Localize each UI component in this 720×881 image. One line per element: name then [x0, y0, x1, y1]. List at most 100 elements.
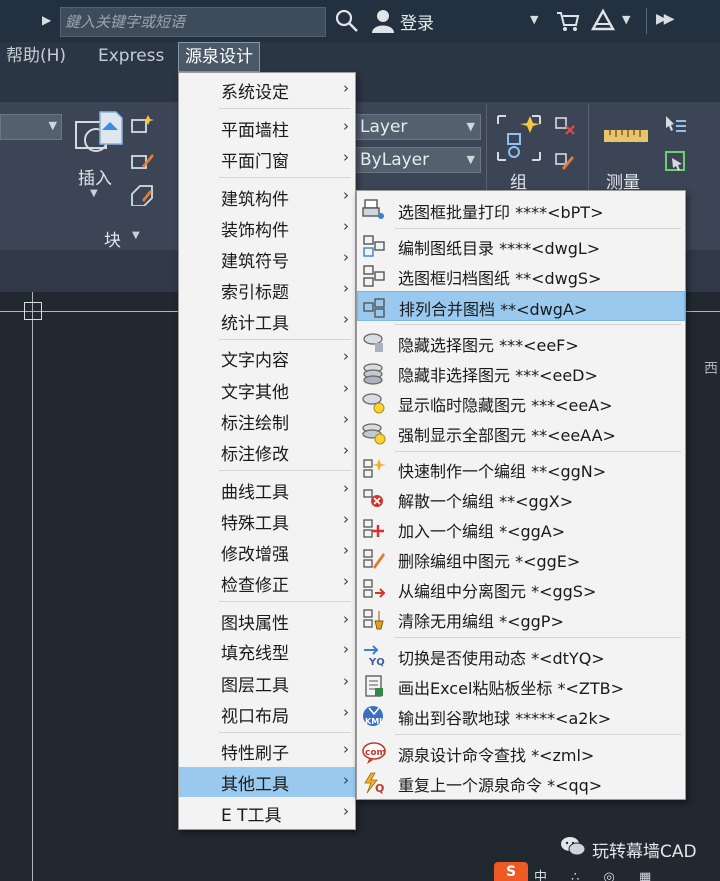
menu-item-hatch-linetype[interactable]: 填充线型 › [179, 636, 355, 666]
block-panel-label[interactable]: 块 [104, 226, 121, 251]
select-similar-icon[interactable] [664, 150, 688, 172]
hide-unselected-icon [363, 363, 383, 385]
chevron-down-icon[interactable]: ▼ [90, 188, 98, 199]
submenu-item-hide-selected[interactable]: 隐藏选择图元 ***<eeF> [357, 328, 685, 358]
show-hidden-icon [362, 393, 385, 414]
fast-forward-icon[interactable]: ▶▶ [656, 11, 674, 27]
menu-item-plan-doors[interactable]: 平面门窗 › [179, 144, 355, 174]
menu-item-dim-modify[interactable]: 标注修改 › [179, 437, 355, 467]
ungroup-icon[interactable] [552, 114, 576, 136]
search-input[interactable]: 鍵入关键字或短语 [60, 7, 326, 37]
submenu-item-merge-drawing[interactable]: 排列合并图档 **<dwgA> [357, 291, 685, 321]
quick-select-icon[interactable] [664, 114, 688, 136]
user-icon[interactable] [370, 8, 396, 34]
expand-triangle-icon[interactable]: ▶ [42, 13, 51, 27]
menu-item-label: 检查修正 [221, 576, 289, 596]
menu-help[interactable]: 帮助(H) [6, 42, 66, 72]
insert-label[interactable]: 插入 [78, 164, 112, 189]
menu-item-check-fix[interactable]: 检查修正 › [179, 568, 355, 598]
chevron-right-icon: › [343, 510, 349, 528]
menu-yuanquan[interactable]: 源泉设计 [178, 42, 260, 72]
menu-separator [219, 339, 351, 340]
menu-item-modify-enhance[interactable]: 修改增强 › [179, 537, 355, 567]
group-edit-icon[interactable] [552, 150, 576, 172]
command-search-icon: com [362, 742, 386, 764]
menu-item-label: 装饰构件 [221, 221, 289, 241]
taskbar-app-icon[interactable]: S [494, 862, 528, 881]
taskbar-tray[interactable]: 中 ∴ ◎ ▦ [534, 866, 661, 881]
block-attribute-icon[interactable] [130, 184, 154, 206]
menu-item-layer-tools[interactable]: 图层工具 › [179, 668, 355, 698]
drawing-list-icon [363, 235, 385, 257]
search-icon[interactable] [334, 8, 360, 34]
submenu-item-show-all[interactable]: 强制显示全部图元 **<eeAA> [357, 418, 685, 448]
menu-express[interactable]: Express [98, 42, 164, 72]
menu-item-property-brush[interactable]: 特性刷子 › [179, 736, 355, 766]
menu-item-text-other[interactable]: 文字其他 › [179, 375, 355, 405]
submenu-item-repeat-command[interactable]: Q 重复上一个源泉命令 *<qq> [357, 768, 685, 798]
menu-item-special-tools[interactable]: 特殊工具 › [179, 506, 355, 536]
submenu-item-archive-drawing[interactable]: 选图框归档图纸 **<dwgS> [357, 261, 685, 291]
submenu-item-show-hidden[interactable]: 显示临时隐藏图元 ***<eeA> [357, 388, 685, 418]
viewcube-label[interactable]: 西 [704, 358, 718, 378]
menu-item-label: 特殊工具 [221, 514, 289, 534]
linetype-dropdown[interactable]: ByLayer ▼ [355, 147, 481, 173]
submenu-item-hide-unselected[interactable]: 隐藏非选择图元 ***<eeD> [357, 358, 685, 388]
hide-selected-icon [363, 333, 383, 352]
menu-item-index-titles[interactable]: 索引标题 › [179, 275, 355, 305]
menu-item-other-tools[interactable]: 其他工具 › [179, 767, 355, 797]
login-button[interactable]: 登录 [400, 9, 434, 34]
insert-block-icon[interactable] [72, 110, 124, 160]
crosshair-vertical [32, 292, 33, 881]
submenu-item-drawing-list[interactable]: 编制图纸目录 ****<dwgL> [357, 231, 685, 261]
submenu-item-command-search[interactable]: com 源泉设计命令查找 *<zml> [357, 738, 685, 768]
menu-item-viewport-layout[interactable]: 视口布局 › [179, 699, 355, 729]
menu-item-block-attributes[interactable]: 图块属性 › [179, 606, 355, 636]
menu-item-plan-walls[interactable]: 平面墙柱 › [179, 113, 355, 143]
submenu-item-label: 从编组中分离图元 *<ggS> [398, 582, 597, 601]
menu-item-building-symbols[interactable]: 建筑符号 › [179, 244, 355, 274]
menu-item-statistics[interactable]: 统计工具 › [179, 306, 355, 336]
chevron-down-icon[interactable]: ▼ [530, 13, 538, 26]
submenu-item-separate-group[interactable]: 从编组中分离图元 *<ggS> [357, 574, 685, 604]
menu-item-et-tools[interactable]: E T工具 › [179, 798, 355, 828]
submenu-item-batch-print[interactable]: 选图框批量打印 ****<bPT> [357, 195, 685, 225]
quick-group-icon [363, 459, 386, 478]
submenu-item-join-group[interactable]: 加入一个编组 *<ggA> [357, 514, 685, 544]
menu-item-label: 统计工具 [221, 314, 289, 334]
measure-icon[interactable] [604, 130, 648, 142]
menu-item-building-parts[interactable]: 建筑构件 › [179, 182, 355, 212]
properties-dropdown[interactable]: ▼ [0, 114, 62, 140]
submenu-item-toggle-dynamic[interactable]: YQ 切换是否使用动态 *<dtYQ> [357, 641, 685, 671]
menu-item-curve-tools[interactable]: 曲线工具 › [179, 475, 355, 505]
menu-item-decor-parts[interactable]: 装饰构件 › [179, 213, 355, 243]
submenu-item-quick-group[interactable]: 快速制作一个编组 **<ggN> [357, 454, 685, 484]
submenu-item-excel-coord[interactable]: 画出Excel粘贴板坐标 *<ZTB> [357, 671, 685, 701]
menu-separator [219, 732, 351, 733]
submenu-item-purge-group[interactable]: 清除无用编组 *<ggP> [357, 604, 685, 634]
submenu-item-label: 隐藏选择图元 ***<eeF> [398, 336, 579, 355]
chevron-down-icon: ▼ [466, 120, 475, 133]
submenu-item-delete-from-group[interactable]: 删除编组中图元 *<ggE> [357, 544, 685, 574]
menu-item-dim-draw[interactable]: 标注绘制 › [179, 406, 355, 436]
submenu-item-ungroup[interactable]: 解散一个编组 **<ggX> [357, 484, 685, 514]
wechat-icon [561, 837, 586, 856]
chevron-right-icon: › [343, 410, 349, 428]
cart-icon[interactable] [556, 10, 580, 32]
submenu-item-label: 加入一个编组 *<ggA> [398, 522, 566, 541]
submenu-item-kml-export[interactable]: KML 输出到谷歌地球 *****<a2k> [357, 701, 685, 731]
chevron-down-icon[interactable]: ▼ [132, 230, 140, 241]
menu-item-text-content[interactable]: 文字内容 › [179, 343, 355, 373]
a360-icon[interactable] [590, 8, 616, 34]
layer-dropdown[interactable]: Layer ▼ [355, 114, 481, 140]
chevron-right-icon: › [343, 771, 349, 789]
group-icon[interactable] [494, 112, 544, 164]
create-block-icon[interactable] [130, 114, 154, 136]
menu-item-label: 图层工具 [221, 676, 289, 696]
menu-item-label: 其他工具 [221, 775, 289, 795]
submenu-item-label: 排列合并图档 **<dwgA> [399, 300, 588, 319]
submenu-item-label: 切换是否使用动态 *<dtYQ> [398, 649, 605, 668]
menu-item-system-settings[interactable]: 系统设定 › [179, 75, 355, 105]
chevron-down-icon[interactable]: ▼ [622, 13, 630, 26]
edit-block-icon[interactable] [130, 150, 154, 172]
